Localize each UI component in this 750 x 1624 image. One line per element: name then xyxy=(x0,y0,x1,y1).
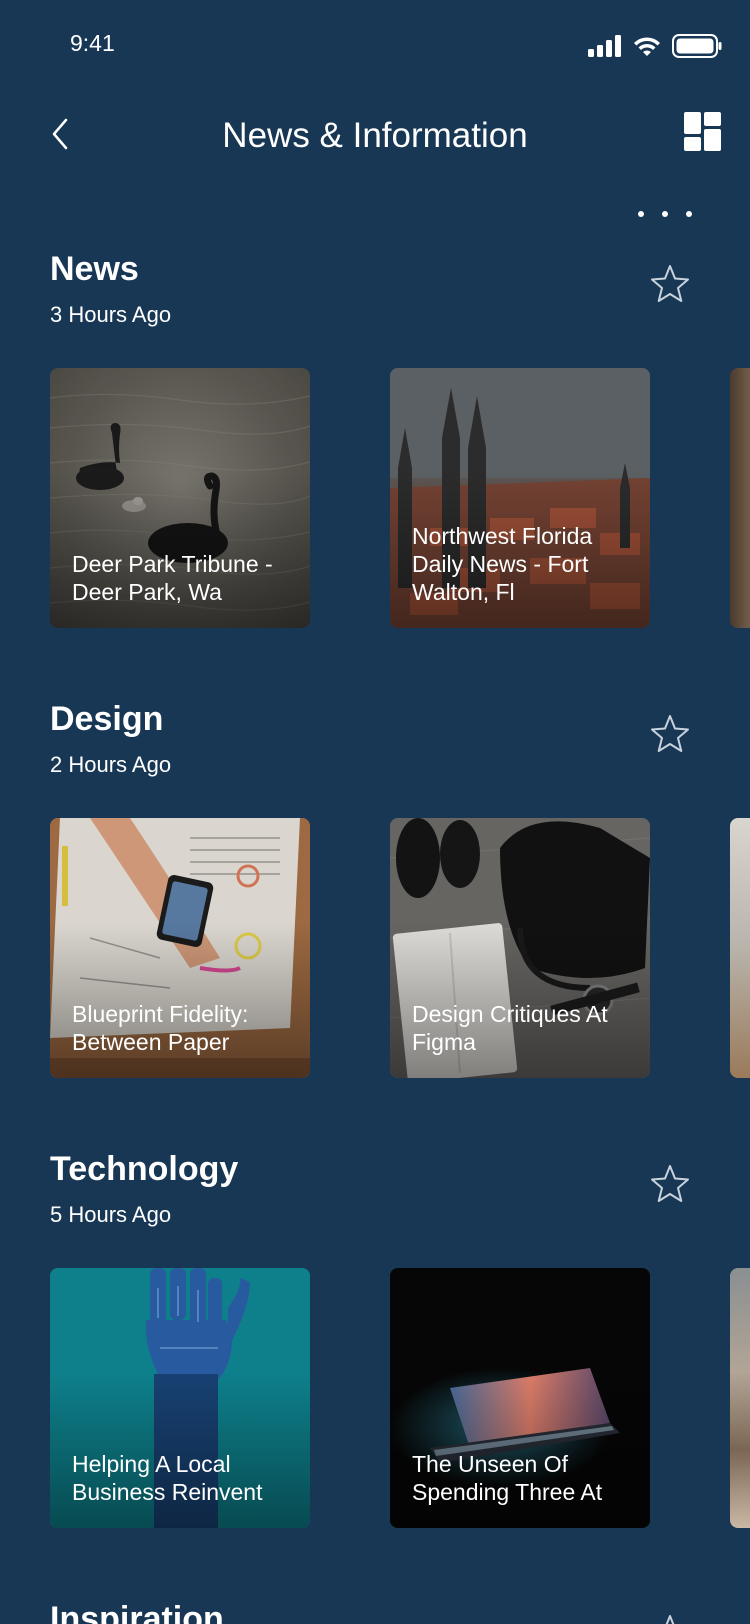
section-title: News xyxy=(50,250,139,288)
card-carousel[interactable]: Deer Park Tribune - Deer Park, Wa Northw… xyxy=(0,368,750,628)
section-time: 2 Hours Ago xyxy=(50,752,172,777)
favorite-button[interactable] xyxy=(648,1162,692,1206)
star-outline-icon xyxy=(665,1615,675,1624)
more-dots-icon xyxy=(686,211,692,217)
card-title: Deer Park Tribune - Deer Park, Wa xyxy=(72,551,273,605)
card-carousel[interactable]: Helping A Local Business Reinvent The Un… xyxy=(0,1268,750,1528)
favorite-button[interactable] xyxy=(648,262,692,306)
card-title: Helping A Local Business Reinvent xyxy=(72,1451,263,1505)
page-title: News & Information xyxy=(222,116,528,155)
technology-card-partial[interactable] xyxy=(730,1268,750,1528)
design-card-partial[interactable] xyxy=(730,818,750,1078)
status-bar: 9:41 xyxy=(0,0,750,88)
card-title: Design Critiques At Figma xyxy=(412,1001,608,1055)
section-title: Inspiration xyxy=(50,1600,224,1624)
technology-card[interactable]: Helping A Local Business Reinvent xyxy=(50,1268,310,1528)
grid-view-button[interactable] xyxy=(684,112,722,152)
card-carousel[interactable]: Blueprint Fidelity: Between Paper Design… xyxy=(0,818,750,1078)
star-outline-icon xyxy=(651,1165,689,1202)
card-image xyxy=(730,1268,750,1528)
favorite-button[interactable] xyxy=(648,1612,692,1624)
card-title: Blueprint Fidelity: Between Paper xyxy=(72,1001,249,1055)
news-card-partial[interactable] xyxy=(730,368,750,628)
section-title: Technology xyxy=(50,1150,239,1188)
grid-view-icon xyxy=(684,112,721,151)
design-card[interactable]: Design Critiques At Figma xyxy=(390,818,650,1078)
battery-icon xyxy=(672,34,722,58)
card-title: Northwest Florida Daily News - Fort Walt… xyxy=(412,523,593,605)
more-options-button[interactable] xyxy=(638,206,692,222)
favorite-button[interactable] xyxy=(648,712,692,756)
card-image xyxy=(730,818,750,1078)
card-image xyxy=(730,368,750,628)
section-time: 3 Hours Ago xyxy=(50,302,172,327)
section-time: 5 Hours Ago xyxy=(50,1202,172,1227)
status-icons xyxy=(588,34,722,58)
nav-bar: News & Information xyxy=(0,100,750,176)
more-dots-icon xyxy=(662,211,668,217)
section-title: Design xyxy=(50,700,164,738)
status-time: 9:41 xyxy=(70,30,115,56)
news-card[interactable]: Deer Park Tribune - Deer Park, Wa xyxy=(50,368,310,628)
technology-card[interactable]: The Unseen Of Spending Three At xyxy=(390,1268,650,1528)
news-card[interactable]: Northwest Florida Daily News - Fort Walt… xyxy=(390,368,650,628)
signal-icon xyxy=(588,35,621,57)
wifi-icon xyxy=(634,37,660,56)
card-title: The Unseen Of Spending Three At xyxy=(412,1451,603,1505)
star-outline-icon xyxy=(651,265,689,302)
design-card[interactable]: Blueprint Fidelity: Between Paper xyxy=(50,818,310,1078)
star-outline-icon xyxy=(651,715,689,752)
more-dots-icon xyxy=(638,211,644,217)
